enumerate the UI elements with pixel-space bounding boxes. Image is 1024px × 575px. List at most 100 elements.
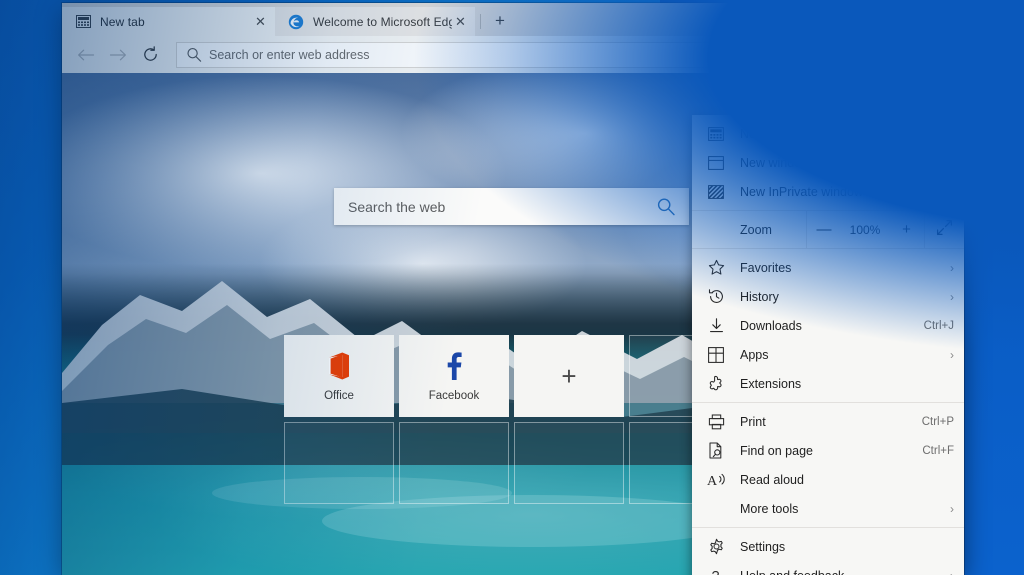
restore-button[interactable] (911, 7, 935, 24)
gear-icon (706, 537, 726, 557)
new-tab-page-icon (75, 14, 91, 30)
close-icon[interactable]: ✕ (452, 13, 469, 30)
chevron-right-icon: › (950, 502, 954, 516)
menu-item-find-on-page[interactable]: Find on page Ctrl+F (692, 436, 964, 465)
refresh-icon (142, 46, 159, 63)
full-screen-button[interactable] (924, 211, 964, 248)
svg-text:?: ? (712, 567, 720, 575)
address-bar[interactable] (176, 42, 817, 68)
search-box-placeholder: Search the web (348, 199, 655, 215)
minimize-button[interactable] (886, 7, 910, 24)
chevron-right-icon: › (950, 348, 954, 362)
tile-label: Facebook (429, 390, 480, 402)
chevron-right-icon: › (950, 290, 954, 304)
tile-facebook[interactable]: Facebook (399, 335, 509, 417)
refresh-button[interactable] (134, 40, 166, 70)
menu-separator (692, 402, 964, 403)
menu-item-print[interactable]: Print Ctrl+P (692, 407, 964, 436)
tile-empty[interactable] (399, 422, 509, 504)
menu-item-shortcut: Ctrl+J (924, 320, 954, 332)
profile-button[interactable] (858, 40, 892, 70)
menu-item-shortcut: Ctrl+F (922, 445, 954, 457)
settings-and-more-menu: New tab Ctrl+T New window Ctrl+N (692, 115, 964, 575)
zoom-in-button[interactable]: + (889, 211, 924, 248)
tab-strip: New tab ✕ Welcome to Microsoft Edge Can … (62, 3, 964, 36)
tile-empty[interactable] (514, 422, 624, 504)
tab-divider (480, 14, 481, 29)
settings-and-more-button[interactable] (926, 40, 960, 70)
read-aloud-icon: A (706, 470, 726, 490)
zoom-label: Zoom (692, 211, 806, 248)
new-tab-page: Search the web (62, 73, 964, 575)
download-icon (706, 316, 726, 336)
menu-item-settings[interactable]: Settings (692, 532, 964, 561)
plus-icon: + (561, 363, 576, 389)
minimize-icon (893, 10, 904, 21)
menu-item-label: New InPrivate window (740, 185, 881, 199)
tile-label: Office (324, 390, 354, 402)
menu-item-apps[interactable]: Apps › (692, 340, 964, 369)
menu-item-shortcut: Ctrl+T (922, 128, 954, 140)
close-icon (943, 10, 954, 22)
menu-item-extensions[interactable]: Extensions (692, 369, 964, 398)
forward-button[interactable] (102, 40, 134, 70)
forward-arrow-icon (109, 48, 127, 62)
menu-item-new-tab[interactable]: New tab Ctrl+T (692, 119, 964, 148)
menu-item-favorites[interactable]: Favorites › (692, 253, 964, 282)
menu-item-history[interactable]: History › (692, 282, 964, 311)
search-the-web-box[interactable]: Search the web (334, 188, 689, 225)
ellipsis-icon (933, 46, 953, 64)
menu-item-label: Help and feedback (740, 569, 940, 575)
search-icon[interactable] (655, 196, 677, 218)
edge-browser-window: New tab ✕ Welcome to Microsoft Edge Can … (62, 3, 964, 575)
search-icon (185, 46, 203, 64)
menu-item-read-aloud[interactable]: A Read aloud (692, 465, 964, 494)
find-page-icon (706, 441, 726, 461)
feedback-button[interactable] (892, 40, 926, 70)
chevron-right-icon: › (950, 261, 954, 275)
tile-office[interactable]: Office (284, 335, 394, 417)
zoom-level-value: 100% (841, 211, 889, 248)
star-icon (832, 43, 850, 66)
tab-title: New tab (100, 15, 252, 29)
zoom-row: Zoom — 100% + (692, 210, 964, 249)
tab-welcome-edge[interactable]: Welcome to Microsoft Edge Can ✕ (275, 7, 475, 36)
tab-new-tab[interactable]: New tab ✕ (62, 7, 275, 36)
close-icon[interactable]: ✕ (252, 13, 269, 30)
address-bar-input[interactable] (209, 43, 816, 67)
edge-logo-icon (288, 14, 304, 30)
tab-title: Welcome to Microsoft Edge Can (313, 15, 452, 29)
new-tab-button[interactable]: + (487, 8, 513, 34)
facebook-logo-icon (445, 351, 463, 381)
menu-item-shortcut: Ctrl+Shift+N (891, 186, 954, 198)
apps-grid-icon (706, 345, 726, 365)
history-icon (706, 287, 726, 307)
menu-item-label: Downloads (740, 319, 914, 333)
menu-item-new-inprivate-window[interactable]: New InPrivate window Ctrl+Shift+N (692, 177, 964, 206)
zoom-out-button[interactable]: — (806, 211, 841, 248)
tile-empty[interactable] (284, 422, 394, 504)
browser-toolbar (62, 36, 964, 73)
person-icon (866, 43, 884, 66)
top-sites-tiles: Office Facebook + (284, 335, 739, 504)
svg-text:A: A (707, 474, 718, 488)
close-button[interactable] (936, 7, 960, 24)
menu-item-new-window[interactable]: New window Ctrl+N (692, 148, 964, 177)
favorites-button[interactable] (824, 40, 858, 70)
menu-item-label: Find on page (740, 444, 912, 458)
restore-icon (918, 10, 929, 22)
menu-item-more-tools[interactable]: More tools › (692, 494, 964, 523)
menu-item-shortcut: Ctrl+N (921, 157, 954, 169)
tile-add-site[interactable]: + (514, 335, 624, 417)
menu-item-shortcut: Ctrl+P (922, 416, 954, 428)
back-button[interactable] (70, 40, 102, 70)
new-window-icon (706, 153, 726, 173)
menu-item-help-and-feedback[interactable]: ? Help and feedback › (692, 561, 964, 575)
window-controls (886, 7, 960, 24)
menu-separator (692, 527, 964, 528)
question-mark-icon: ? (706, 566, 726, 575)
menu-item-label: New tab (740, 127, 912, 141)
desktop-background: New tab ✕ Welcome to Microsoft Edge Can … (0, 0, 1024, 575)
back-arrow-icon (77, 48, 95, 62)
menu-item-downloads[interactable]: Downloads Ctrl+J (692, 311, 964, 340)
